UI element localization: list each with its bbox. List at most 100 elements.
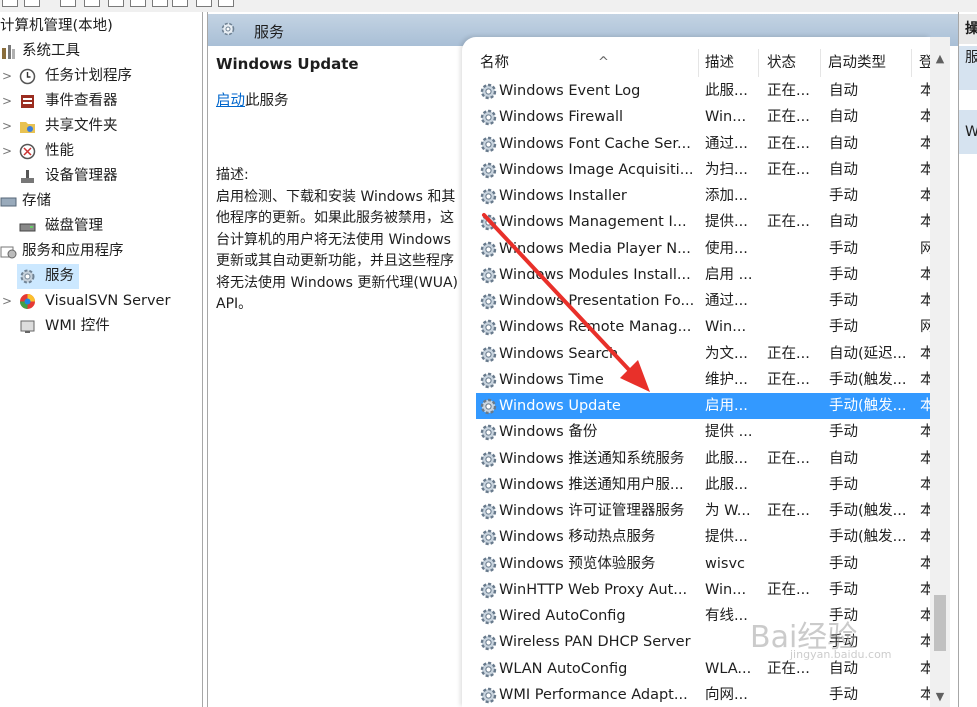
service-name-cell: Windows Event Log (499, 83, 641, 99)
service-desc-cell: Win... (705, 319, 747, 336)
tree-item-label: 系统工具 (22, 43, 80, 59)
start-service-link[interactable]: 启动 (216, 93, 245, 109)
scroll-down-arrow-icon[interactable]: ▼ (930, 687, 950, 707)
service-row[interactable]: Windows Management I... 提供... 正在... 自动 本 (476, 209, 930, 235)
service-gear-icon (480, 267, 497, 283)
service-row[interactable]: Windows 推送通知系统服务 此服... 正在... 自动 本 (476, 446, 930, 472)
service-row[interactable]: Windows Remote Manag... Win... 手动 网 (476, 314, 930, 340)
service-row[interactable]: Windows Presentation Fo... 通过... 手动 本 (476, 288, 930, 314)
service-status-cell: 正在... (767, 371, 810, 388)
service-row[interactable]: Windows Media Player N... 使用... 手动 网 (476, 236, 930, 262)
service-startup-cell: 自动 (829, 109, 858, 126)
service-gear-icon (480, 503, 497, 520)
actions-item-windows-update[interactable]: W (959, 110, 977, 154)
event-viewer-icon (21, 95, 34, 108)
tree-item-event-viewer[interactable]: > 事件查看器 (0, 89, 202, 114)
gear-icon (20, 269, 35, 284)
tree-item-wmi-control[interactable]: WMI 控件 (0, 314, 202, 339)
service-logon-cell: 本 (920, 371, 930, 388)
service-row[interactable]: Windows Image Acquisiti... 为扫... 正在... 自动 本 (476, 157, 930, 183)
service-detail-title: Windows Update (216, 55, 359, 73)
toolbar-button[interactable] (108, 0, 124, 7)
service-row[interactable]: Windows Time 维护... 正在... 手动(触发... 本 (476, 367, 930, 393)
service-name-cell: Windows 预览体验服务 (499, 555, 656, 572)
service-row[interactable]: Windows Modules Install... 启用 ... 手动 本 (476, 262, 930, 288)
tree-item-device-manager[interactable]: 设备管理器 (0, 164, 202, 189)
service-status-cell: 正在... (767, 135, 810, 152)
service-row[interactable]: Windows Search 为文... 正在... 自动(延迟... 本 (476, 341, 930, 367)
service-row[interactable]: Windows 预览体验服务 wisvc 手动 本 (476, 551, 930, 577)
column-header-label: 名称 (480, 55, 509, 71)
tree-item-storage[interactable]: 存储 (0, 189, 202, 214)
column-header-logon[interactable]: 登 (919, 49, 930, 77)
column-header-description[interactable]: 描述 (705, 49, 759, 77)
column-header-startup-type[interactable]: 启动类型 (828, 49, 912, 77)
service-row[interactable]: Windows Font Cache Ser... 通过... 正在... 自动 本 (476, 131, 930, 157)
column-header-name[interactable]: 名称 ^ (480, 49, 699, 77)
chevron-right-icon[interactable]: > (1, 114, 13, 139)
service-name-cell: Windows Time (499, 371, 604, 388)
services-list: 名称 ^ 描述 状态 启动类型 登 Windows Event Log 此服...… (462, 37, 930, 707)
service-name-cell: Windows Font Cache Ser... (499, 135, 691, 152)
scrollbar-thumb[interactable] (934, 595, 946, 651)
service-desc-cell: 启用... (705, 398, 748, 414)
service-row[interactable]: Wired AutoConfig 有线... 手动本 (476, 603, 930, 629)
tree-item-label: 事件查看器 (45, 93, 118, 109)
service-row[interactable]: Windows 许可证管理器服务 为 W... 正在... 手动(触发... 本 (476, 498, 930, 524)
service-status-cell: 正在... (767, 503, 810, 519)
service-row[interactable]: Windows Update 启用... 手动(触发... 本 (476, 393, 930, 419)
tree-item-disk-management[interactable]: 磁盘管理 (0, 214, 202, 239)
service-row[interactable]: WinHTTP Web Proxy Aut... Win... 正在... 手动 本 (476, 577, 930, 603)
actions-header: 操 (959, 14, 977, 44)
service-startup-cell: 手动 (829, 476, 858, 493)
service-logon-cell: 本 (920, 608, 930, 624)
service-name-cell: Windows Update (499, 398, 621, 414)
vertical-scrollbar[interactable]: ▲ ▼ (930, 37, 950, 707)
service-startup-cell: 手动 (829, 319, 858, 336)
service-name-cell: Windows 移动热点服务 (499, 529, 656, 546)
service-row[interactable]: Windows Installer 添加... 手动 本 (476, 183, 930, 209)
toolbar-button[interactable] (84, 0, 100, 7)
service-row[interactable]: WMI Performance Adapt... 向网... 手动 本 (476, 682, 930, 707)
clock-icon (19, 68, 36, 85)
device-manager-icon (21, 170, 34, 183)
toolbar-button[interactable] (152, 0, 168, 7)
service-name-cell: Windows Image Acquisiti... (499, 161, 694, 178)
description-text: 启用检测、下载和安装 Windows 和其他程序的更新。如果此服务被禁用，这台计… (216, 188, 458, 313)
tree-item-services-and-applications[interactable]: 服务和应用程序 (0, 239, 202, 264)
chevron-right-icon[interactable]: > (1, 64, 13, 89)
toolbar-button[interactable] (2, 0, 18, 7)
tree-item-performance[interactable]: > 性能 (0, 139, 202, 164)
tree-item-services[interactable]: 服务 (17, 264, 79, 289)
service-gear-icon (480, 372, 497, 388)
tree-item-system-tools[interactable]: 系统工具 (0, 39, 202, 64)
tree-item-visualsvn-server[interactable]: > VisualSVN Server (0, 289, 202, 314)
tree-item-task-scheduler[interactable]: > 任务计划程序 (0, 64, 202, 89)
chevron-right-icon[interactable]: > (1, 289, 13, 314)
scroll-up-arrow-icon[interactable]: ▲ (930, 49, 950, 69)
toolbar-button[interactable] (60, 0, 76, 7)
service-row[interactable]: Windows Firewall Win... 正在... 自动 本 (476, 104, 930, 130)
tree-item-computer-management[interactable]: 计算机管理(本地) (0, 14, 202, 39)
toolbar-button[interactable] (24, 0, 40, 7)
service-logon-cell: 本 (920, 634, 930, 651)
service-row[interactable]: Windows 移动热点服务 提供... 手动(触发... 本 (476, 524, 930, 550)
tree-item-label: 存储 (22, 193, 51, 209)
service-desc-cell: 通过... (705, 135, 748, 152)
service-row[interactable]: Windows Event Log 此服... 正在... 自动 本 (476, 78, 930, 104)
toolbar-button[interactable] (172, 0, 188, 7)
column-header-status[interactable]: 状态 (767, 49, 821, 77)
toolbar-button[interactable] (218, 0, 234, 7)
service-row[interactable]: Windows 推送通知用户服... 此服... 手动 本 (476, 472, 930, 498)
services-magnifier-icon (221, 22, 235, 36)
service-startup-cell: 自动 (829, 83, 858, 99)
toolbar-button[interactable] (196, 0, 212, 7)
service-row[interactable]: Windows 备份 提供 ... 手动 本 (476, 419, 930, 445)
service-logon-cell: 本 (920, 660, 930, 677)
tools-icon (2, 45, 15, 59)
toolbar-button[interactable] (130, 0, 146, 7)
chevron-right-icon[interactable]: > (1, 139, 13, 164)
tree-item-shared-folders[interactable]: > 共享文件夹 (0, 114, 202, 139)
chevron-right-icon[interactable]: > (1, 89, 13, 114)
actions-item-services[interactable]: 服 (959, 46, 977, 90)
